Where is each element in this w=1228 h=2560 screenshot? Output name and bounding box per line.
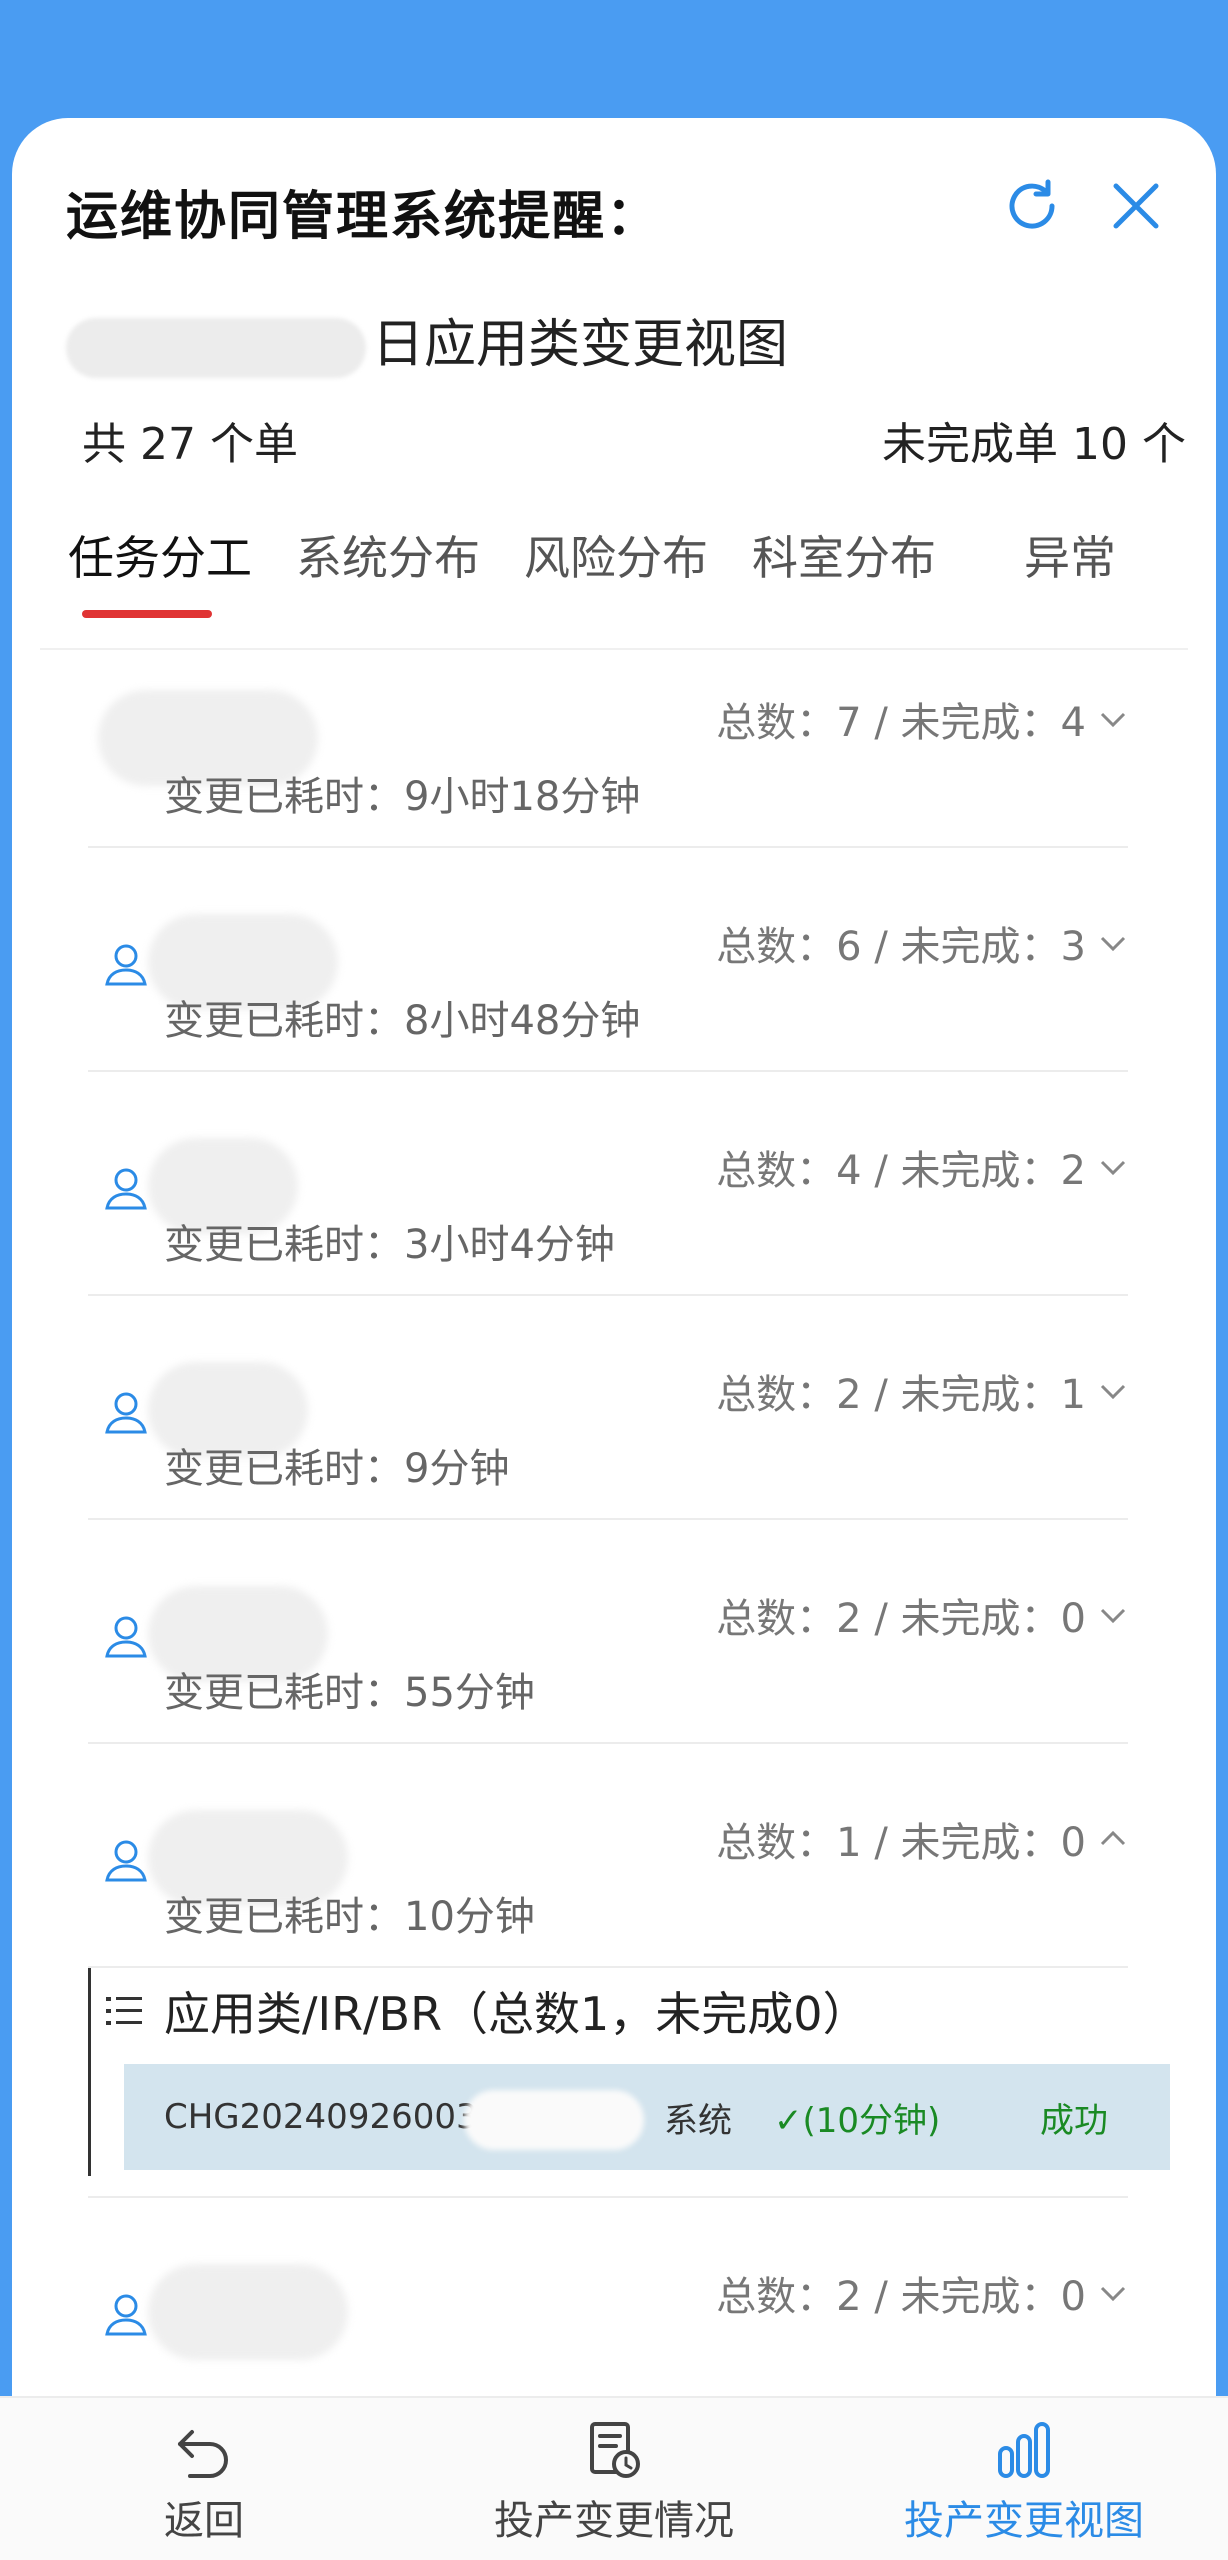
refresh-button[interactable] <box>996 170 1068 242</box>
elapsed-time: 变更已耗时：55分钟 <box>164 1670 535 1716</box>
nav-back-label: 返回 <box>164 2498 244 2544</box>
row-counts: 总数：2 / 未完成：0 <box>716 2264 1128 2322</box>
row-counts: 总数：2 / 未完成：0 <box>716 1586 1128 1644</box>
chevron-down-icon <box>1100 936 1126 952</box>
detail-left-rule <box>88 1968 91 2176</box>
row-counts: 总数：1 / 未完成：0 <box>716 1810 1128 1868</box>
chevron-down-icon <box>1100 1160 1126 1176</box>
nav-deploy-view-label: 投产变更视图 <box>904 2498 1144 2544</box>
elapsed-time: 变更已耗时：9小时18分钟 <box>164 774 641 820</box>
redacted-date <box>66 318 366 378</box>
incomplete-count: 未完成单 10 个 <box>882 419 1186 470</box>
list-item[interactable]: 总数：2 / 未完成：0 变更已耗时：55分钟 <box>88 1520 1128 1744</box>
redacted-name <box>148 2264 348 2360</box>
change-code: CHG20240926003 <box>164 2097 478 2137</box>
list-item[interactable]: 总数：6 / 未完成：3 变更已耗时：8小时48分钟 <box>88 848 1128 1072</box>
list-icon <box>106 1997 142 2025</box>
chevron-down-icon <box>1100 1384 1126 1400</box>
person-icon <box>105 1168 147 1210</box>
change-duration: ✓(10分钟) <box>774 2100 941 2141</box>
row-counts: 总数：2 / 未完成：1 <box>716 1362 1128 1420</box>
change-system: 系统 <box>664 2100 732 2141</box>
tab-risk-distribution[interactable]: 风险分布 <box>524 522 708 588</box>
tab-exceptions[interactable]: 异常 <box>1024 522 1116 588</box>
nav-deploy-view[interactable]: 投产变更视图 <box>874 2418 1174 2546</box>
person-icon <box>105 1392 147 1434</box>
change-item[interactable]: CHG20240926003 系统 ✓(10分钟) 成功 <box>124 2064 1170 2170</box>
list-item[interactable]: 总数：7 / 未完成：4 变更已耗时：9小时18分钟 <box>88 624 1128 848</box>
expanded-detail: 应用类/IR/BR（总数1，未完成0） CHG20240926003 系统 ✓(… <box>88 1948 1170 2192</box>
person-icon <box>105 1840 147 1882</box>
elapsed-time: 变更已耗时：8小时48分钟 <box>164 998 641 1044</box>
redacted-system-name <box>464 2090 644 2150</box>
change-status: 成功 <box>1040 2100 1108 2141</box>
view-subtitle: 日应用类变更视图 <box>66 302 788 378</box>
nav-back[interactable]: 返回 <box>54 2418 354 2546</box>
list-item[interactable]: 总数：4 / 未完成：2 变更已耗时：3小时4分钟 <box>88 1072 1128 1296</box>
page-title: 运维协同管理系统提醒： <box>66 187 661 247</box>
list-item[interactable]: 总数：2 / 未完成：0 <box>88 2196 1128 2420</box>
total-count: 共 27 个单 <box>82 419 298 470</box>
active-tab-indicator <box>82 610 212 618</box>
tab-system-distribution[interactable]: 系统分布 <box>296 522 480 588</box>
chevron-down-icon <box>1100 712 1126 728</box>
tab-task-division[interactable]: 任务分工 <box>68 522 252 588</box>
bottom-nav: 返回 投产变更情况 投产变更视图 <box>0 2396 1228 2560</box>
list-item-expanded[interactable]: 总数：1 / 未完成：0 变更已耗时：10分钟 <box>88 1744 1128 1968</box>
person-icon <box>105 944 147 986</box>
elapsed-time: 变更已耗时：10分钟 <box>164 1894 535 1940</box>
person-icon <box>105 2294 147 2336</box>
document-clock-icon <box>590 2422 640 2478</box>
chevron-down-icon <box>1100 2286 1126 2302</box>
tab-department-distribution[interactable]: 科室分布 <box>752 522 936 588</box>
person-icon <box>105 1616 147 1658</box>
elapsed-time: 变更已耗时：3小时4分钟 <box>164 1222 615 1268</box>
list-item[interactable]: 总数：2 / 未完成：1 变更已耗时：9分钟 <box>88 1296 1128 1520</box>
top-bar <box>0 0 1228 118</box>
row-counts: 总数：4 / 未完成：2 <box>716 1138 1128 1196</box>
bar-chart-icon <box>998 2422 1050 2478</box>
chevron-up-icon <box>1100 1830 1126 1846</box>
chevron-down-icon <box>1100 1608 1126 1624</box>
close-button[interactable] <box>1100 170 1172 242</box>
nav-deploy-status-label: 投产变更情况 <box>494 2498 734 2544</box>
detail-group-heading: 应用类/IR/BR（总数1，未完成0） <box>104 1978 869 2044</box>
refresh-icon <box>1009 179 1055 229</box>
assignee-list-continued: 总数：2 / 未完成：0 <box>88 2196 1128 2420</box>
elapsed-time: 变更已耗时：9分钟 <box>164 1446 510 1492</box>
summary-row: 共 27 个单 未完成单 10 个 <box>82 408 1186 472</box>
nav-deploy-status[interactable]: 投产变更情况 <box>464 2418 764 2546</box>
close-icon <box>1113 183 1159 229</box>
back-arrow-icon <box>178 2430 228 2478</box>
assignee-list: 总数：7 / 未完成：4 变更已耗时：9小时18分钟 总数：6 / 未完成：3 … <box>88 624 1128 1968</box>
row-counts: 总数：7 / 未完成：4 <box>716 690 1128 748</box>
row-counts: 总数：6 / 未完成：3 <box>716 914 1128 972</box>
